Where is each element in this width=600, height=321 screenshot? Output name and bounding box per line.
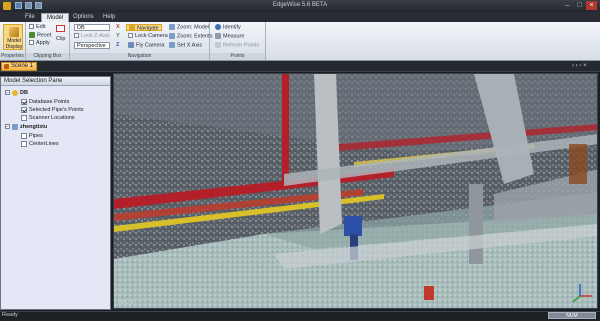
- ribbon-group-navigation: DB Lock Z-Axis Perspective ▾ X Y Z Navig…: [70, 22, 212, 60]
- tree-node-pipes[interactable]: Pipes: [21, 132, 43, 140]
- undo-icon[interactable]: [25, 2, 32, 9]
- red-pipe-vertical: [282, 74, 289, 189]
- pane-title: Model Selection Pane: [1, 77, 110, 86]
- selected-pipes-points-checkbox[interactable]: [21, 106, 27, 113]
- tree-node-database-points[interactable]: Database Points: [21, 98, 69, 106]
- navigate-button[interactable]: Navigate: [126, 24, 162, 31]
- lock-camera-checkbox[interactable]: [128, 33, 133, 39]
- scene-icon: [4, 64, 9, 69]
- group-label: Points: [210, 53, 265, 60]
- point-cloud-viewport[interactable]: FPS: 0: [113, 73, 598, 309]
- zoom-extents-icon: [169, 33, 175, 39]
- x-axis-button[interactable]: X: [116, 24, 120, 31]
- model-display-icon: [9, 27, 19, 37]
- ribbon-group-properties: Model Display Properties: [0, 22, 26, 60]
- tree-node-scanner-locations[interactable]: Scanner Locations: [21, 114, 75, 122]
- project-icon: [12, 123, 18, 130]
- refresh-icon: [215, 42, 221, 48]
- measure-icon: [215, 33, 221, 39]
- maximize-button[interactable]: □: [574, 1, 585, 10]
- database-icon: [12, 89, 18, 96]
- tree-node-db[interactable]: − DB: [5, 89, 28, 97]
- group-label: Properties: [0, 53, 25, 60]
- navigate-icon: [129, 25, 135, 31]
- reset-icon: [29, 32, 35, 38]
- database-combo[interactable]: DB: [74, 24, 110, 31]
- model-selection-pane: Model Selection Pane − DB Database Points…: [0, 76, 111, 310]
- collapse-icon[interactable]: −: [5, 124, 10, 130]
- menu-tab-help[interactable]: Help: [98, 13, 120, 22]
- model-display-label: Model Display: [5, 38, 23, 50]
- tab-scene-1[interactable]: Scene 1: [1, 62, 37, 71]
- document-tab-strip: [0, 61, 600, 72]
- minimize-button[interactable]: –: [562, 1, 573, 10]
- apply-checkbox[interactable]: [29, 40, 34, 46]
- projection-combo[interactable]: Perspective ▾: [74, 42, 110, 56]
- steel-post: [469, 184, 483, 264]
- status-text: Ready: [2, 312, 18, 318]
- group-label: Clipping Box: [26, 53, 69, 60]
- menu-tab-file[interactable]: File: [20, 13, 40, 22]
- clip-button[interactable]: Clip: [56, 36, 65, 43]
- lock-camera-toggle[interactable]: Lock Camera: [128, 33, 168, 40]
- ribbon-group-clipping-box: Edit Reset Apply Clip Clipping Box: [26, 22, 70, 60]
- close-button[interactable]: ×: [586, 1, 597, 10]
- identify-icon: [215, 24, 221, 30]
- collapse-icon[interactable]: −: [5, 90, 10, 96]
- database-points-checkbox[interactable]: [21, 98, 27, 105]
- red-valve: [424, 286, 434, 300]
- ribbon-group-points: Identify Measure Refresh Points Points: [210, 22, 266, 60]
- fly-camera-icon: [128, 42, 134, 48]
- fly-camera-button[interactable]: Fly Camera: [128, 42, 164, 49]
- window-title: EdgeWise 5.6 BETA: [272, 2, 328, 8]
- pipes-checkbox[interactable]: [21, 132, 27, 139]
- centerlines-checkbox[interactable]: [21, 140, 27, 147]
- tree-node-project[interactable]: − zhengtixiu: [5, 123, 47, 131]
- zoom-model-button[interactable]: Zoom: Model: [169, 24, 209, 31]
- menu-tab-options[interactable]: Options: [68, 13, 99, 22]
- clip-box-icon[interactable]: [56, 25, 65, 32]
- refresh-points-button[interactable]: Refresh Points: [215, 42, 259, 49]
- blue-valve: [344, 216, 362, 236]
- edit-button[interactable]: Edit: [29, 24, 45, 31]
- point-cloud-scene[interactable]: [114, 74, 598, 309]
- identify-button[interactable]: Identify: [215, 24, 241, 31]
- app-logo-icon[interactable]: [3, 2, 11, 10]
- zoom-model-icon: [169, 24, 175, 30]
- zoom-extents-button[interactable]: Zoom: Extents: [169, 33, 212, 40]
- reset-button[interactable]: Reset: [29, 32, 51, 39]
- status-indicator: NUM: [548, 312, 596, 319]
- tree-node-selected-pipes-points[interactable]: Selected Pipe's Points: [21, 106, 84, 114]
- equipment-right: [569, 144, 587, 184]
- redo-icon[interactable]: [35, 2, 42, 9]
- group-label: Navigation: [70, 53, 209, 60]
- save-icon[interactable]: [15, 2, 22, 9]
- measure-button[interactable]: Measure: [215, 33, 244, 40]
- tree-node-centerlines[interactable]: CenterLines: [21, 140, 59, 148]
- lock-z-axis-toggle[interactable]: Lock Z-Axis: [74, 33, 110, 40]
- set-x-axis-button[interactable]: Set X Axis: [169, 42, 202, 49]
- fps-counter: FPS: 0: [118, 300, 134, 306]
- tab-strip-controls[interactable]: ‹ › ▫ ×: [572, 63, 587, 69]
- set-x-axis-icon: [169, 42, 175, 48]
- lock-z-axis-checkbox[interactable]: [74, 33, 79, 39]
- scanner-locations-checkbox[interactable]: [21, 114, 27, 121]
- edit-checkbox[interactable]: [29, 24, 34, 30]
- model-display-button[interactable]: Model Display: [3, 24, 23, 50]
- z-axis-button[interactable]: Z: [116, 42, 119, 49]
- apply-button[interactable]: Apply: [29, 40, 50, 47]
- y-axis-button[interactable]: Y: [116, 33, 120, 40]
